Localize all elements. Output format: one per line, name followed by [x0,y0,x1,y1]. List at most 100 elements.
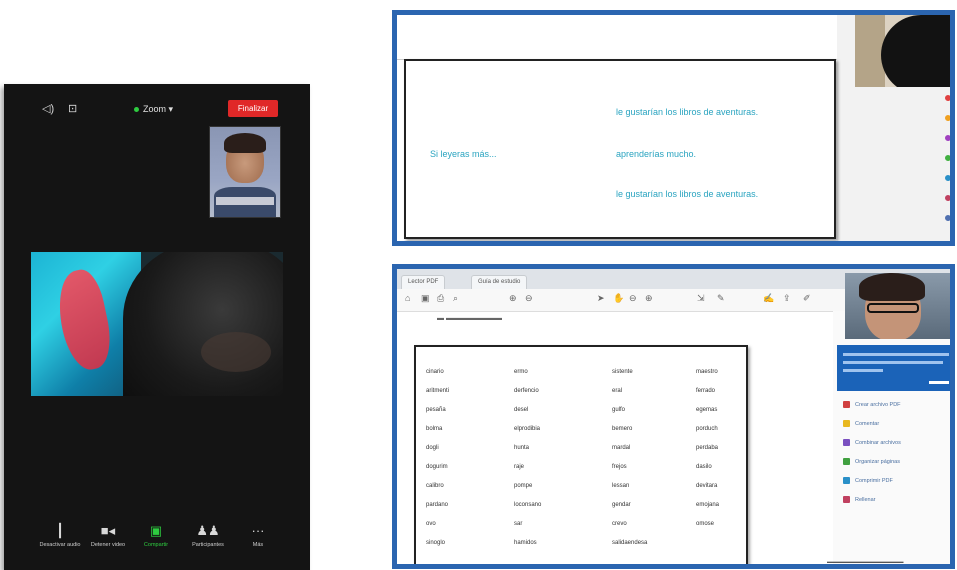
leave-meeting-button[interactable]: Finalizar [228,100,278,117]
pdf-tool-label: Crear archivo PDF [855,401,901,408]
tool-dot-icon[interactable] [945,175,950,181]
camera-person-hair [859,273,925,301]
tool-dot-icon[interactable] [945,195,950,201]
pdf-tool-label: Comprimir PDF [855,477,893,484]
table-cell: dogli [426,445,439,451]
presenter-camera-top [855,15,950,87]
camera-person-glasses [867,303,919,313]
cursor-icon[interactable]: ➤ [597,293,605,304]
table-cell: sar [514,521,523,527]
table-cell: sistente [612,369,633,375]
hand-tool-icon[interactable]: ✋ [613,293,624,304]
table-cell: dogurim [426,464,448,470]
table-cell: desel [514,407,529,413]
highlight-icon[interactable]: ✐ [803,293,811,304]
table-cell: gulfo [612,407,626,413]
pdf-tool-icon [843,420,850,427]
table-cell: ermo [514,369,528,375]
notification-banner[interactable] [837,345,950,391]
meeting-toolbar: ┃ Desactivar audio ■◂ Detener video ▣ Co… [4,522,310,566]
save-icon[interactable]: ▣ [421,293,430,304]
table-cell: omose [696,521,715,527]
pdf-tool-item[interactable]: Combinar archivos [843,439,901,446]
camera-person [881,15,950,87]
sentence-ending: le gustarían los libros de aventuras. [616,107,759,117]
table-cell: raje [514,464,525,470]
participants-icon: ♟♟ [196,523,220,538]
table-cell: sinoglo [426,540,446,546]
pdf-tool-icon [843,477,850,484]
table-cell: crevo [612,521,627,527]
participants-button[interactable]: ♟♟ Participantes [180,522,236,548]
share-icon[interactable]: ⇪ [783,293,791,304]
table-cell: porduch [696,426,718,432]
pdf-tool-icon [843,439,850,446]
notice-text-line [843,361,943,364]
table-cell: derfencio [514,388,539,394]
footer-notice: ▬▬▬▬▬▬▬▬▬▬▬▬▬▬▬▬▬ [827,559,904,564]
section-heading-fragment: ▬ ▬▬▬▬▬▬▬▬ [437,315,502,322]
pdf-tool-icon [843,496,850,503]
pdf-tool-label: Comentar [855,420,880,427]
page-down-icon[interactable]: ⊖ [525,293,533,304]
zoom-out-icon[interactable]: ⊖ [629,293,637,304]
shared-document-top: le gustarían los libros de aventuras. Si… [392,10,955,246]
table-cell: emojana [696,502,720,508]
speaker-icon[interactable]: ◁) [42,102,54,115]
shared-document-bottom: Lector PDF Guía de estudio ⌂ ▣ ⎙ ⌕ ⊕ ⊖ ➤… [392,264,955,569]
print-icon[interactable]: ⎙ [437,293,444,304]
more-button[interactable]: ··· Más [230,522,286,548]
thumbnail-shirt-print [216,197,274,205]
thumbnail-hair [224,133,266,153]
table-cell: pompe [514,483,533,489]
pdf-tool-label: Combinar archivos [855,439,901,446]
secure-indicator-icon [134,107,139,113]
active-speaker-video[interactable] [31,252,283,396]
sign-icon[interactable]: ✍ [763,293,774,304]
share-screen-icon: ▣ [149,523,163,538]
more-icon: ··· [251,523,265,538]
pdf-tool-item[interactable]: Organizar páginas [843,458,900,465]
meeting-name: Zoom [143,104,167,114]
share-screen-button[interactable]: ▣ Compartir [128,522,184,548]
side-toolbar-icons [945,95,950,235]
table-cell: ferrado [696,388,716,394]
video-person-head [123,252,283,396]
table-cell: hamidos [514,540,537,546]
tool-dot-icon[interactable] [945,215,950,221]
table-cell: pesaña [426,407,446,413]
search-icon[interactable]: ⌕ [453,293,458,304]
tool-dot-icon[interactable] [945,135,950,141]
tab-study-guide[interactable]: Guía de estudio [471,275,528,289]
pdf-tool-item[interactable]: Rellenar [843,496,875,503]
meeting-title[interactable]: Zoom ▾ [134,104,173,115]
home-icon[interactable]: ⌂ [405,293,410,303]
table-cell: loconsano [514,502,542,508]
pdf-tool-label: Organizar páginas [855,458,900,465]
tab-pdf-reader[interactable]: Lector PDF [401,275,446,289]
tool-dot-icon[interactable] [945,95,950,101]
table-cell: egemas [696,407,718,413]
pdf-tool-item[interactable]: Comprimir PDF [843,477,893,484]
table-cell: lessan [612,483,630,489]
table-cell: dasilo [696,464,712,470]
word-list-table: cinario ermo sistente maestro aritmenti derfe… [414,345,748,564]
self-video-thumbnail[interactable] [209,126,281,218]
page-up-icon[interactable]: ⊕ [509,293,517,304]
notice-action-button[interactable] [929,381,949,384]
zoom-meeting-window: ◁) ⊡ Zoom ▾ Finalizar ┃ Desactivar audio… [4,84,310,570]
zoom-in-icon[interactable]: ⊕ [645,293,653,304]
tool-dot-icon[interactable] [945,155,950,161]
table-cell: mardal [612,445,631,451]
fit-page-icon[interactable]: ⇲ [697,293,705,304]
pdf-tool-item[interactable]: Crear archivo PDF [843,401,901,408]
table-cell: perdaba [696,445,719,451]
notice-text-line [843,369,883,372]
table-cell: ovo [426,521,436,527]
pdf-tool-item[interactable]: Comentar [843,420,879,427]
tool-dot-icon[interactable] [945,115,950,121]
switch-camera-icon[interactable]: ⊡ [68,102,77,115]
comment-icon[interactable]: ✎ [717,293,725,304]
sentence-ending: le gustarían los libros de aventuras. [616,189,759,199]
table-cell: gendar [612,502,631,508]
